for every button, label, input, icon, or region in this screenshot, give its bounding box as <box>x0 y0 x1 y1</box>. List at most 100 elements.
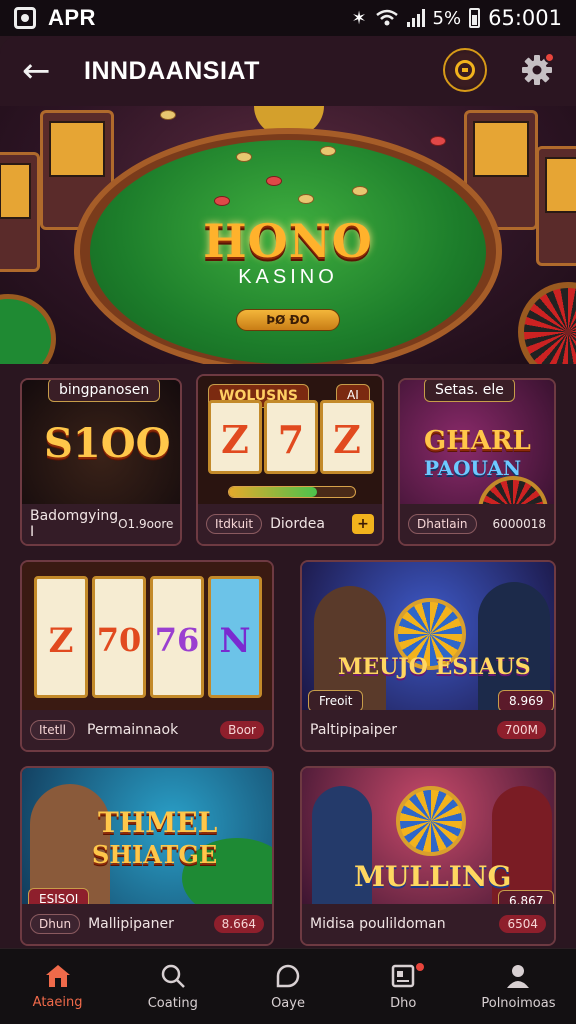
card-footer: Itetll Permainnaok Boor <box>22 710 272 750</box>
card-footer-label: Mallipipaner <box>88 916 174 932</box>
user-icon <box>507 965 530 988</box>
reel-symbol: 70 <box>96 621 142 659</box>
game-card[interactable]: bingpanosen S1OO Badomgying I O1.9oore <box>20 378 182 546</box>
hero-title: HONO <box>203 214 373 268</box>
nav-item-home[interactable]: Ataeing <box>0 949 115 1024</box>
card-footer-button[interactable]: Itdkuit <box>206 514 263 534</box>
progress-fill <box>229 487 318 497</box>
nav-item-profile-card[interactable]: Dho <box>346 949 461 1024</box>
card-footer-value: O1.9oore <box>118 517 174 531</box>
card-footer-value: 8.664 <box>213 915 264 933</box>
slot-reel: Z <box>320 400 374 474</box>
progress-bar <box>228 486 356 498</box>
search-icon <box>161 964 185 988</box>
profile-card-icon <box>391 964 415 988</box>
wallet-button[interactable] <box>443 48 487 92</box>
slot-reel: N <box>208 576 262 698</box>
coin-icon <box>455 60 475 80</box>
card-footer: Paltipipaiper 700M <box>302 710 554 750</box>
reel-symbol: Z <box>48 621 74 661</box>
chip-icon <box>160 110 176 120</box>
hero-banner[interactable]: HONO KASINO ÞØ ÐO <box>0 106 576 364</box>
card-footer-button[interactable]: Itetll <box>30 720 75 740</box>
status-icons: ✶ 5% 65:001 <box>351 6 562 30</box>
slot-reel: Z <box>34 576 88 698</box>
card-footer-value: 6504 <box>499 915 546 933</box>
notification-dot <box>415 963 424 971</box>
nav-item-user[interactable]: Polnoimoas <box>461 949 576 1024</box>
nav-label: Oaye <box>271 996 305 1011</box>
chip-icon <box>236 152 252 162</box>
back-arrow-icon[interactable]: ← <box>22 54 56 88</box>
signal-icon <box>406 9 425 27</box>
chip-icon <box>352 186 368 196</box>
game-card[interactable]: THMEL SHIATGE ESISOI Dhun Mallipipaner 8… <box>20 766 274 946</box>
slot-reel: Z <box>208 400 262 474</box>
status-bar: APR ✶ 5% 65:001 <box>0 0 576 36</box>
hero-play-button[interactable]: ÞØ ÐO <box>236 309 340 331</box>
carrier-label: APR <box>48 5 96 30</box>
bottom-nav: Ataeing Coating Oaye Dho Polnoimoas <box>0 948 576 1024</box>
card-headline: MULLING <box>354 860 512 893</box>
card-footer: Midisa poulildoman 6504 <box>302 904 554 944</box>
card-footer-button[interactable]: Dhun <box>30 914 81 934</box>
slot-reel: 70 <box>92 576 146 698</box>
chip-icon <box>430 136 446 146</box>
game-card[interactable]: MEUJO ESIAUS Freoit 8.969 Paltipipaiper … <box>300 560 556 752</box>
card-footer-label: Midisa poulildoman <box>310 916 446 932</box>
game-card[interactable]: MULLING 6.867 Midisa poulildoman 6504 <box>300 766 556 946</box>
camera-icon <box>14 7 36 29</box>
card-headline: THMEL <box>98 806 218 839</box>
reel-symbol: Z <box>221 417 249 462</box>
card-headline: S1OO <box>44 420 171 467</box>
nav-item-chat[interactable]: Oaye <box>230 949 345 1024</box>
app-bar: ← INNDAANSIAT <box>0 36 576 106</box>
card-footer-label: Diordea <box>270 516 325 532</box>
wheel-illustration <box>396 786 466 856</box>
nfc-icon: ✶ <box>351 7 367 29</box>
chip-icon <box>298 194 314 204</box>
home-icon <box>45 965 70 987</box>
chip-icon <box>214 196 230 206</box>
card-tag-left: Freoit <box>308 690 364 712</box>
card-footer: Dhun Mallipipaner 8.664 <box>22 904 272 944</box>
chip-icon <box>320 146 336 156</box>
battery-icon <box>469 8 481 28</box>
battery-percent: 5% <box>432 7 462 29</box>
card-headline-2: SHIATGE <box>92 840 218 869</box>
add-button[interactable]: + <box>352 514 374 534</box>
reel-symbol: N <box>219 621 251 661</box>
reel-symbol: Z <box>333 417 361 462</box>
game-card[interactable]: Setas. ele GHARL PAOUAN Dhatlain 6000018 <box>398 378 556 546</box>
nav-label: Dho <box>390 996 417 1011</box>
card-footer-label: Paltipipaiper <box>310 722 398 738</box>
clock: 65:001 <box>488 6 562 30</box>
nav-label: Polnoimoas <box>481 996 556 1011</box>
reel-symbol: 76 <box>154 621 200 659</box>
nav-item-search[interactable]: Coating <box>115 949 230 1024</box>
roulette-illustration <box>518 282 576 364</box>
wifi-icon <box>375 9 398 26</box>
card-footer: Dhatlain 6000018 <box>400 504 554 544</box>
notification-dot <box>544 52 555 63</box>
app-title: INNDAANSIAT <box>84 56 260 85</box>
hero-subtitle: KASINO <box>238 266 338 288</box>
table-illustration <box>0 294 56 364</box>
settings-button[interactable] <box>519 52 555 88</box>
card-footer-label: Permainnaok <box>87 722 179 738</box>
slot-reel: 76 <box>150 576 204 698</box>
card-footer-value: Boor <box>220 721 264 739</box>
card-footer: Badomgying I O1.9oore <box>22 504 180 544</box>
card-tag: Setas. ele <box>424 380 515 402</box>
game-card[interactable]: Z 70 76 N Itetll Permainnaok Boor <box>20 560 274 752</box>
card-footer-button[interactable]: Dhatlain <box>408 514 477 534</box>
card-headline: MEUJO ESIAUS <box>338 654 531 680</box>
chip-icon <box>266 176 282 186</box>
card-tag-right: 8.969 <box>498 690 554 712</box>
game-card[interactable]: WOLUSNS AI Z 7 Z Itdkuit Diordea + <box>196 374 384 546</box>
chat-icon <box>276 964 300 988</box>
card-footer: Itdkuit Diordea + <box>198 504 382 544</box>
card-footer-label: Badomgying I <box>30 508 119 540</box>
slot-reel: 7 <box>264 400 318 474</box>
nav-label: Ataeing <box>32 995 83 1010</box>
